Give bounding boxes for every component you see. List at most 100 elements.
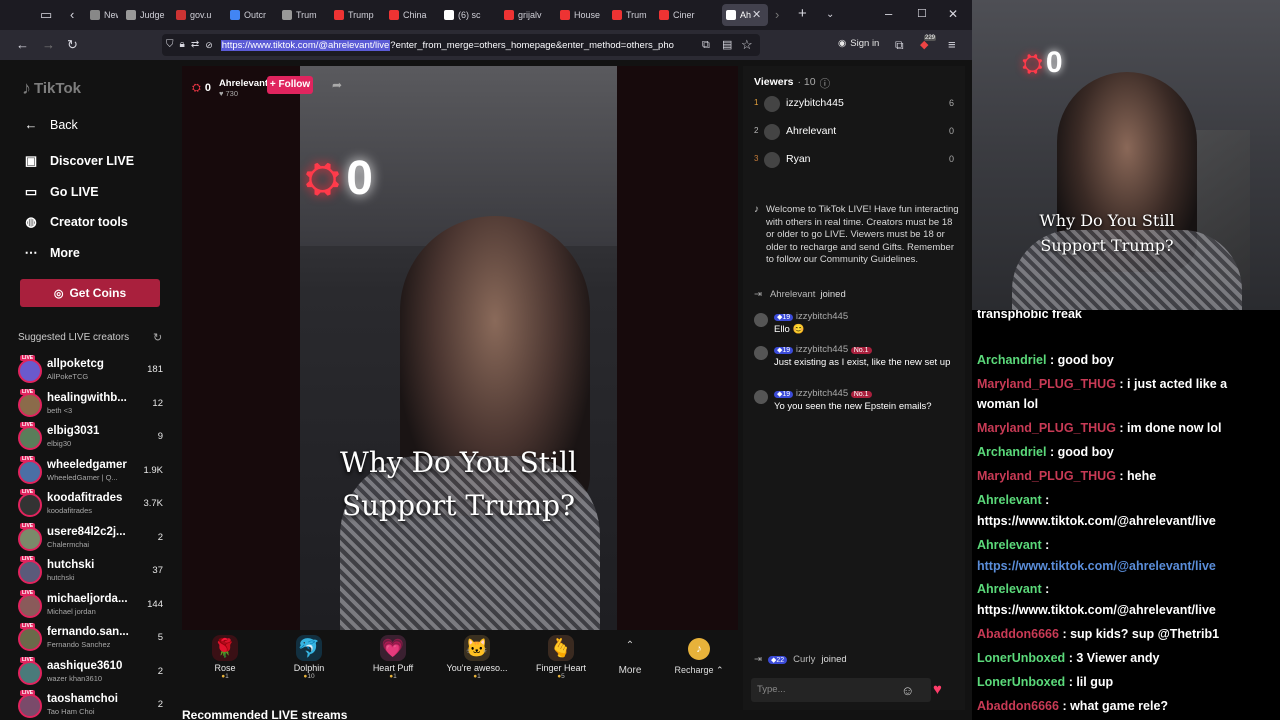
like-heart-icon[interactable]: ♥	[933, 681, 942, 698]
sidebar-nav-item[interactable]: ◍ Creator tools	[22, 214, 128, 230]
gift-name: Rose	[214, 663, 236, 673]
live-badge: LIVE	[20, 589, 36, 596]
browser-tab[interactable]: Trum	[278, 4, 324, 26]
address-bar[interactable]: ⛉ 🔒︎ ⇄ ⊘ https://www.tiktok.com/@ahrelev…	[162, 34, 760, 56]
gift-price: ●1	[221, 673, 229, 680]
sign-in-button[interactable]: ◉ Sign in	[838, 38, 879, 49]
chat-message-text: Ello 😊	[774, 324, 805, 335]
coin-icon: ♪	[688, 638, 710, 660]
gift-item[interactable]: 🐬 Dolphin ●10	[275, 635, 343, 680]
browser-tab[interactable]: News	[86, 4, 118, 26]
host-info[interactable]: ⛭ 0 Ahrelevant ♥ 730	[192, 78, 268, 98]
join-notice: ⇥ Ahrelevant joined	[754, 289, 846, 300]
forward-icon[interactable]: →	[42, 38, 55, 52]
gift-more-button[interactable]: ⌃ More	[610, 640, 650, 676]
follow-button[interactable]: + Follow	[267, 76, 313, 94]
extension-badge-count: 229	[924, 35, 937, 41]
overlay-chat-line: Ahrelevant :	[977, 535, 1273, 555]
browser-tab-label: China	[403, 10, 427, 20]
more-icon: ⋯	[24, 245, 38, 260]
suggested-creator[interactable]: LIVE wheeledgamer WheeledGamer | Q... 1.9K	[18, 455, 166, 487]
browser-tab-label: Trum	[296, 10, 317, 20]
suggested-creator[interactable]: LIVE taoshamchoi Tao Ham Choi 2	[18, 690, 166, 720]
chevron-up-icon: ⌃	[625, 640, 635, 651]
viewer-row[interactable]: 2 Ahrelevant 0	[754, 124, 954, 142]
browser-tab[interactable]: Trum	[608, 4, 650, 26]
sidebar-nav-item[interactable]: ▭ Go LIVE	[22, 184, 99, 200]
browser-tab[interactable]: Trump	[330, 4, 378, 26]
extensions-icon[interactable]: ⧉	[895, 38, 904, 52]
tab-scroll-left-icon[interactable]: ‹	[70, 8, 74, 22]
share-icon[interactable]: ➦	[332, 78, 342, 92]
viewer-row[interactable]: 3 Ryan 0	[754, 152, 954, 170]
tab-favicon-icon	[230, 10, 240, 20]
reader-view-icon[interactable]: ▤	[722, 38, 732, 52]
level-badge: ◆19	[774, 391, 794, 398]
suggested-creator[interactable]: LIVE aashique3610 wazer khan3610 2	[18, 656, 166, 688]
suggested-creator[interactable]: LIVE healingwithb... beth <3 12	[18, 388, 166, 420]
emoji-icon[interactable]: ☺	[901, 683, 914, 698]
live-stream-player[interactable]: ⛭ 0 Why Do You Still Support Trump? ⛭ 0 …	[182, 66, 738, 630]
back-icon[interactable]: ←	[16, 38, 29, 52]
gift-price: ●5	[557, 673, 565, 680]
chat-message: ◆19 izzybitch445 Ello 😊	[754, 311, 959, 336]
suggested-creator[interactable]: LIVE hutchski hutchski 37	[18, 556, 166, 587]
chat-username[interactable]: izzybitch445	[796, 344, 848, 355]
suggested-creator[interactable]: LIVE elbig3031 elbig30 9	[18, 422, 166, 453]
menu-icon[interactable]: ≡	[948, 38, 956, 52]
overlay-chat-text: https://www.tiktok.com/@ahrelevant/live	[977, 514, 1216, 528]
reload-icon[interactable]: ↻	[67, 38, 78, 52]
sidebar-nav-item[interactable]: ⋯ More	[22, 245, 80, 261]
gift-item[interactable]: 🌹 Rose ●1	[191, 635, 259, 680]
suggested-creator[interactable]: LIVE michaeljorda... Michael jordan 144	[18, 589, 166, 621]
tab-favicon-icon	[176, 10, 186, 20]
chat-username[interactable]: izzybitch445	[796, 311, 848, 322]
gift-item[interactable]: 🫰 Finger Heart ●5	[527, 635, 595, 680]
bookmark-star-icon[interactable]: ☆	[741, 38, 753, 52]
browser-tab[interactable]: gov.u	[172, 4, 220, 26]
browser-tab[interactable]: China	[385, 4, 433, 26]
suggested-creator[interactable]: LIVE fernando.san... Fernando Sanchez 5	[18, 623, 166, 654]
browser-tab[interactable]: (6) sc	[440, 4, 490, 26]
browser-tab[interactable]: grijalv	[500, 4, 550, 26]
browser-tab[interactable]: Outcr	[226, 4, 272, 26]
pip-icon[interactable]: ⧉	[702, 38, 710, 52]
tab-list-icon[interactable]: ⌄	[826, 8, 834, 22]
sidebar-nav-item[interactable]: ▣ Discover LIVE	[22, 153, 134, 169]
maximize-icon[interactable]: ☐	[917, 7, 927, 21]
new-tab-icon[interactable]: +	[798, 6, 807, 21]
back-link[interactable]: ← Back	[22, 117, 78, 132]
level-badge: ◆19	[774, 347, 794, 354]
suggested-creator[interactable]: LIVE allpoketcg AllPokeTCG 181	[18, 355, 166, 386]
camera-icon: ▭	[24, 184, 38, 199]
recharge-button[interactable]: ♪ Recharge ⌃	[672, 638, 726, 676]
tv-icon: ▣	[24, 153, 38, 168]
viewer-rank: 2	[754, 126, 759, 135]
viewer-row[interactable]: 1 izzybitch445 6	[754, 96, 954, 114]
refresh-icon[interactable]: ↻	[153, 331, 162, 344]
tab-scroll-right-icon[interactable]: ›	[775, 8, 779, 22]
gift-item[interactable]: 🐱 You're aweso... ●1	[443, 635, 511, 680]
lock-icon: 🔒︎	[179, 39, 185, 50]
avatar	[18, 627, 42, 651]
window-close-icon[interactable]: ✕	[948, 7, 958, 21]
get-coins-button[interactable]: ◎ Get Coins	[20, 279, 160, 307]
viewer-rank: 1	[754, 98, 759, 107]
tab-close-icon[interactable]: ✕	[752, 8, 761, 22]
chat-username[interactable]: izzybitch445	[796, 388, 848, 399]
suggested-creator[interactable]: LIVE usere84l2c2j... Chalermchai 2	[18, 522, 166, 554]
browser-tab-label: Trum	[626, 10, 647, 20]
minimize-icon[interactable]: –	[885, 7, 892, 21]
browser-tab[interactable]: House	[556, 4, 602, 26]
tab-overview-icon[interactable]: ▭	[40, 8, 52, 22]
browser-tab[interactable]: Ciner	[655, 4, 713, 26]
tiktok-logo[interactable]: ♪ TikTok	[22, 78, 81, 99]
browser-tab[interactable]: Judge	[122, 4, 166, 26]
gift-item[interactable]: 💗 Heart Puff ●1	[359, 635, 427, 680]
suggested-creator[interactable]: LIVE koodafitrades koodafitrades 3.7K	[18, 489, 166, 520]
overlay-chat-line: https://www.tiktok.com/@ahrelevant/live	[977, 600, 1273, 620]
overlay-chat-user: Abaddon6666	[977, 627, 1059, 641]
join-notice-last: ⇥ ◆22 Curly joined	[754, 654, 847, 665]
info-icon[interactable]: ⓘ	[820, 76, 831, 91]
sidebar-nav-label: Creator tools	[50, 215, 128, 229]
